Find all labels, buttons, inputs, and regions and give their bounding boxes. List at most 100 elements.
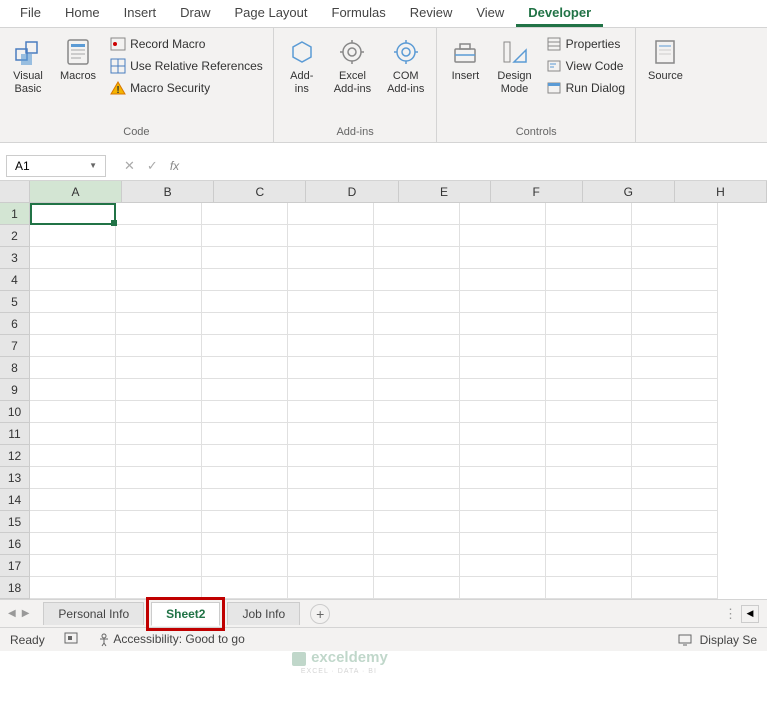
cell[interactable] — [202, 225, 288, 247]
cell[interactable] — [460, 533, 546, 555]
cell[interactable] — [116, 423, 202, 445]
row-header-8[interactable]: 8 — [0, 357, 30, 379]
cell[interactable] — [632, 533, 718, 555]
cell[interactable] — [374, 357, 460, 379]
fx-icon[interactable]: fx — [170, 159, 179, 173]
cell[interactable] — [460, 511, 546, 533]
cell[interactable] — [202, 247, 288, 269]
cell[interactable] — [546, 467, 632, 489]
row-header-3[interactable]: 3 — [0, 247, 30, 269]
cell[interactable] — [460, 247, 546, 269]
cell[interactable] — [374, 577, 460, 599]
col-header-e[interactable]: E — [399, 181, 491, 203]
sheet-nav-next-icon[interactable]: ▶ — [22, 608, 30, 619]
cell[interactable] — [116, 291, 202, 313]
row-header-7[interactable]: 7 — [0, 335, 30, 357]
row-header-14[interactable]: 14 — [0, 489, 30, 511]
cell[interactable] — [632, 247, 718, 269]
cell[interactable] — [460, 269, 546, 291]
cell[interactable] — [202, 291, 288, 313]
cell[interactable] — [632, 489, 718, 511]
col-header-h[interactable]: H — [675, 181, 767, 203]
cell[interactable] — [546, 225, 632, 247]
sheet-tab-personal-info[interactable]: Personal Info — [43, 602, 144, 625]
cell[interactable] — [546, 357, 632, 379]
cell[interactable] — [116, 401, 202, 423]
scroll-left-icon[interactable]: ◀ — [741, 605, 759, 623]
cell[interactable] — [632, 511, 718, 533]
row-header-13[interactable]: 13 — [0, 467, 30, 489]
cell[interactable] — [460, 423, 546, 445]
cell[interactable] — [288, 335, 374, 357]
tab-developer[interactable]: Developer — [516, 0, 603, 27]
cell[interactable] — [202, 203, 288, 225]
cell[interactable] — [374, 489, 460, 511]
cell[interactable] — [374, 335, 460, 357]
cell[interactable] — [116, 313, 202, 335]
cell[interactable] — [374, 379, 460, 401]
select-all-corner[interactable] — [0, 181, 30, 203]
cell[interactable] — [288, 313, 374, 335]
cell[interactable] — [202, 401, 288, 423]
tab-view[interactable]: View — [464, 0, 516, 27]
cell[interactable] — [460, 291, 546, 313]
cell[interactable] — [202, 511, 288, 533]
cell[interactable] — [374, 291, 460, 313]
cell[interactable] — [632, 291, 718, 313]
cell[interactable] — [30, 423, 116, 445]
cell[interactable] — [202, 533, 288, 555]
name-box[interactable]: A1 ▼ — [6, 155, 106, 177]
cell[interactable] — [288, 291, 374, 313]
cell[interactable] — [546, 533, 632, 555]
tab-insert[interactable]: Insert — [112, 0, 169, 27]
cell[interactable] — [546, 445, 632, 467]
cell[interactable] — [30, 291, 116, 313]
chevron-down-icon[interactable]: ▼ — [89, 161, 97, 170]
cell[interactable] — [288, 533, 374, 555]
accessibility-status[interactable]: Accessibility: Good to go — [97, 632, 245, 647]
cell[interactable] — [30, 489, 116, 511]
cell[interactable] — [374, 225, 460, 247]
cell[interactable] — [460, 577, 546, 599]
cell[interactable] — [632, 357, 718, 379]
visual-basic-button[interactable]: Visual Basic — [6, 32, 50, 100]
cell[interactable] — [116, 269, 202, 291]
sheet-nav-prev-icon[interactable]: ◀ — [8, 608, 16, 619]
cell[interactable] — [116, 225, 202, 247]
cell[interactable] — [202, 357, 288, 379]
cell[interactable] — [460, 225, 546, 247]
tab-page-layout[interactable]: Page Layout — [223, 0, 320, 27]
cell[interactable] — [30, 533, 116, 555]
cell[interactable] — [202, 269, 288, 291]
tab-file[interactable]: File — [8, 0, 53, 27]
cell[interactable] — [30, 577, 116, 599]
cell[interactable] — [288, 489, 374, 511]
cell[interactable] — [30, 203, 116, 225]
cell[interactable] — [288, 357, 374, 379]
row-header-9[interactable]: 9 — [0, 379, 30, 401]
cell[interactable] — [288, 511, 374, 533]
cell[interactable] — [632, 423, 718, 445]
cell[interactable] — [288, 269, 374, 291]
cell[interactable] — [546, 335, 632, 357]
cell[interactable] — [288, 577, 374, 599]
row-header-2[interactable]: 2 — [0, 225, 30, 247]
cell[interactable] — [632, 577, 718, 599]
cell[interactable] — [202, 335, 288, 357]
cell[interactable] — [288, 401, 374, 423]
row-header-16[interactable]: 16 — [0, 533, 30, 555]
cell[interactable] — [546, 203, 632, 225]
cell[interactable] — [30, 225, 116, 247]
cell[interactable] — [374, 313, 460, 335]
cell[interactable] — [288, 247, 374, 269]
cell[interactable] — [288, 555, 374, 577]
sheet-tab-job-info[interactable]: Job Info — [227, 602, 300, 625]
cell[interactable] — [546, 489, 632, 511]
cell[interactable] — [460, 357, 546, 379]
cell[interactable] — [30, 247, 116, 269]
row-header-11[interactable]: 11 — [0, 423, 30, 445]
cell[interactable] — [460, 203, 546, 225]
cell[interactable] — [116, 489, 202, 511]
cell[interactable] — [116, 379, 202, 401]
cancel-formula-icon[interactable]: ✕ — [124, 158, 135, 174]
